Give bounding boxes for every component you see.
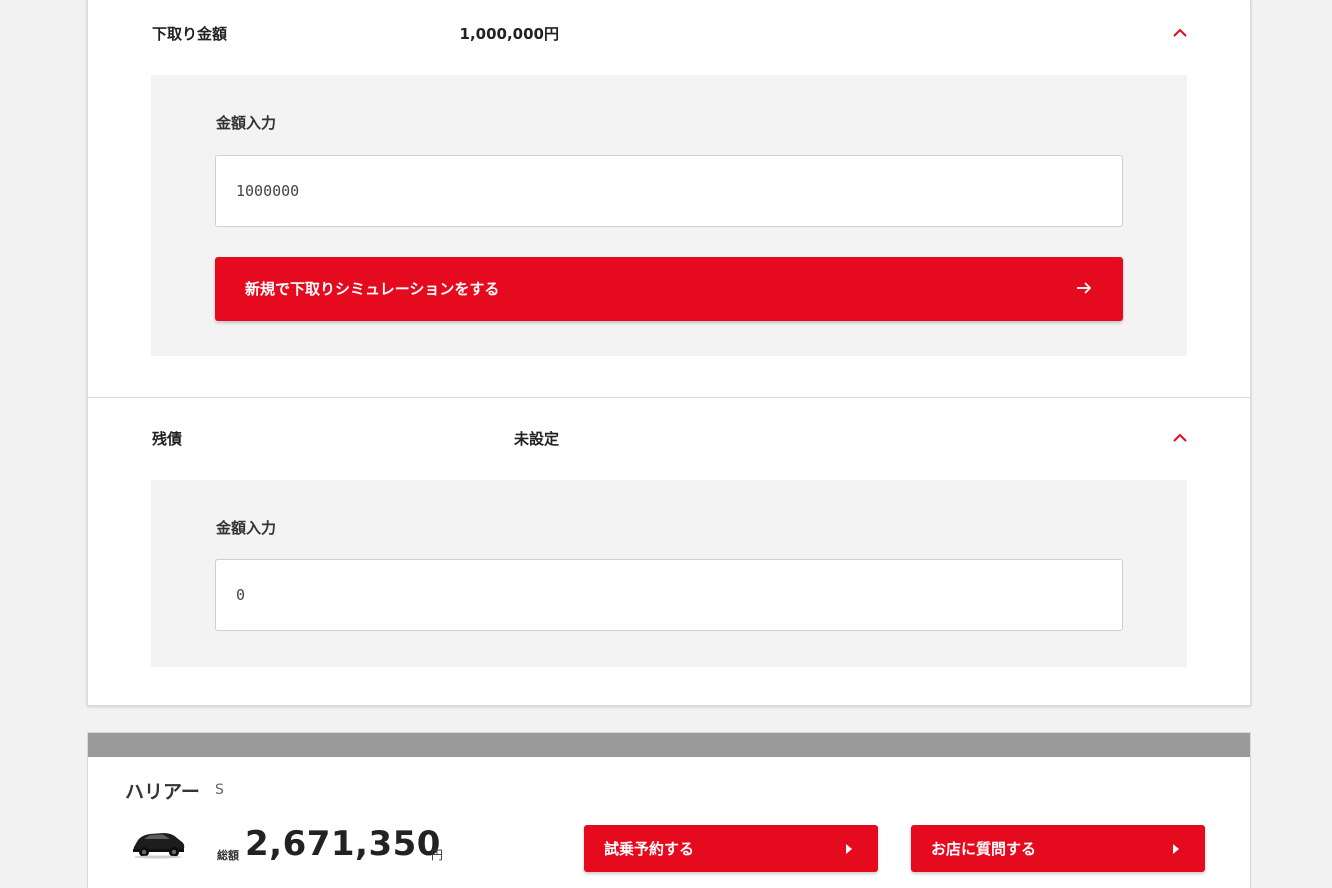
new-trade-in-simulation-label: 新規で下取りシミュレーションをする <box>245 280 500 298</box>
simulation-card: 下取り金額 1,000,000円 金額入力 新規で下取りシミュレーションをする … <box>87 0 1251 706</box>
test-drive-button[interactable]: 試乗予約する <box>584 825 878 872</box>
total-price-value: 2,671,350 <box>245 824 441 864</box>
new-trade-in-simulation-button[interactable]: 新規で下取りシミュレーションをする <box>215 257 1123 321</box>
ask-store-button[interactable]: お店に質問する <box>911 825 1205 872</box>
trade-in-header[interactable]: 下取り金額 1,000,000円 <box>88 13 1250 53</box>
summary-card: ハリアー S 総額 2,671,350 円 試乗予約する お店に質問する <box>87 732 1251 888</box>
total-price-label: 総額 <box>217 849 239 862</box>
ask-store-label: お店に質問する <box>931 840 1037 858</box>
trade-in-field-label: 金額入力 <box>216 114 277 132</box>
model-grade: S <box>215 782 224 798</box>
residual-value: 未設定 <box>513 430 559 448</box>
model-name: ハリアー <box>125 781 200 803</box>
trade-in-value: 1,000,000円 <box>459 25 559 43</box>
residual-field-label: 金額入力 <box>216 519 277 537</box>
car-icon <box>130 827 186 859</box>
residual-panel: 金額入力 <box>151 480 1187 667</box>
residual-label: 残債 <box>152 430 183 448</box>
residual-amount-input[interactable] <box>215 559 1123 631</box>
test-drive-label: 試乗予約する <box>604 840 695 858</box>
trade-in-panel: 金額入力 新規で下取りシミュレーションをする <box>151 75 1187 356</box>
residual-header[interactable]: 残債 未設定 <box>88 418 1250 458</box>
trade-in-amount-input[interactable] <box>215 155 1123 227</box>
chevron-up-icon[interactable] <box>1170 428 1190 448</box>
caret-right-icon <box>844 841 854 855</box>
chevron-up-icon[interactable] <box>1170 23 1190 43</box>
total-price-unit: 円 <box>431 848 444 862</box>
summary-header-bar <box>88 733 1250 757</box>
arrow-right-icon <box>1075 279 1093 297</box>
section-divider <box>88 397 1250 398</box>
trade-in-label: 下取り金額 <box>152 25 228 43</box>
caret-right-icon <box>1171 841 1181 855</box>
